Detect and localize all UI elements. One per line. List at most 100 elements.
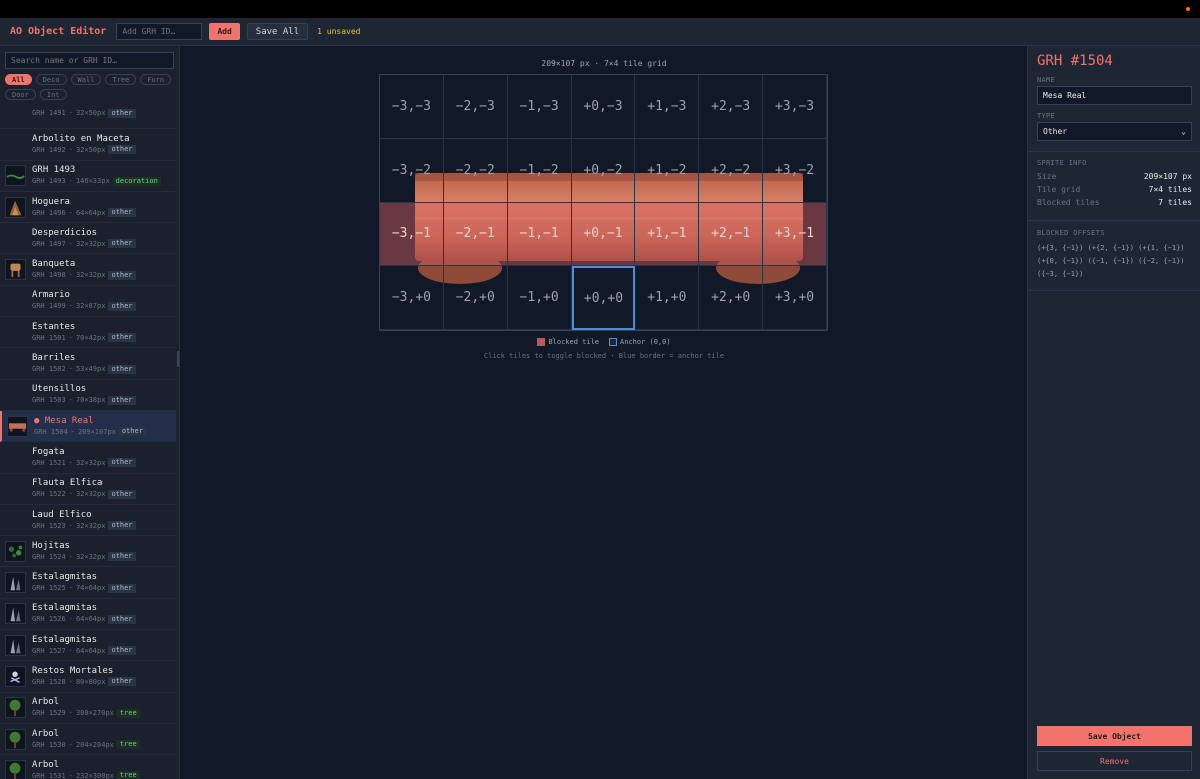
item-grh: GRH 1499 (32, 302, 66, 311)
filter-chip-tree[interactable]: Tree (105, 74, 137, 85)
item-info: Arbolito en Maceta GRH 1492 · 32×50px other (32, 134, 136, 155)
search-input[interactable] (5, 52, 174, 69)
separator: · (68, 365, 73, 374)
tile--1,-1[interactable]: −1,−1 (507, 202, 572, 267)
item-name: Arbol (32, 759, 60, 770)
item-meta: GRH 1497 · 32×32px other (32, 239, 136, 249)
remove-button[interactable]: Remove (1037, 751, 1192, 771)
editor-canvas: 209×107 px · 7×4 tile grid −3,−3 −2,−3 −1,… (181, 46, 1027, 779)
list-item[interactable]: Estalagmitas GRH 1527 · 64×64px other (0, 630, 176, 662)
item-grh: GRH 1491 (32, 109, 66, 118)
tile-+2,-3[interactable]: +2,−3 (699, 75, 764, 139)
list-item[interactable]: Arbol GRH 1529 · 300×270px tree (0, 693, 176, 724)
list-item[interactable]: Estalagmitas GRH 1525 · 74×64px other (0, 567, 176, 599)
item-name: Hoguera (32, 196, 70, 207)
list-item[interactable]: Arbolito en Maceta GRH 1492 · 32×50px other (0, 129, 176, 161)
item-tag: other (108, 145, 136, 155)
grid-legend: Blocked tile Anchor (0,0) (181, 338, 1027, 346)
list-item[interactable]: Fogata GRH 1521 · 32×32px other (0, 442, 176, 474)
grh-id-input[interactable] (116, 23, 203, 40)
tile-+2,-2[interactable]: +2,−2 (699, 138, 764, 203)
list-item[interactable]: Hojitas GRH 1524 · 32×32px other (0, 536, 176, 568)
tile-grid-value: 7×4 tiles (1148, 185, 1192, 194)
tile--3,-1[interactable]: −3,−1 (380, 202, 444, 267)
tile--1,-2[interactable]: −1,−2 (507, 138, 572, 203)
list-item[interactable]: Banqueta GRH 1498 · 32×32px other (0, 254, 176, 286)
tile--2,-2[interactable]: −2,−2 (443, 138, 508, 203)
list-item[interactable]: Desperdicios GRH 1497 · 32×32px other (0, 223, 176, 255)
filter-chip-furn[interactable]: Furn (140, 74, 172, 85)
list-item[interactable]: Arbol GRH 1530 · 204×204px tree (0, 724, 176, 756)
blocked-offsets-list: (+{3, {−1}) (+{2, {−1}) (+{1, {−1}) (+{0… (1037, 244, 1185, 278)
separator: · (68, 396, 73, 405)
tile-+3,-1[interactable]: +3,−1 (763, 202, 827, 267)
tile--1,-3[interactable]: −1,−3 (507, 75, 572, 139)
separator: · (68, 490, 73, 499)
tile-+3,-2[interactable]: +3,−2 (763, 138, 827, 203)
tile--3,-2[interactable]: −3,−2 (380, 138, 444, 203)
tile-+2,+0[interactable]: +2,+0 (699, 266, 764, 330)
list-item[interactable]: Hoguera GRH 1496 · 64×64px other (0, 192, 176, 224)
empty-thumb (5, 510, 26, 531)
filter-chip-door[interactable]: Door (5, 89, 36, 100)
save-object-button[interactable]: Save Object (1037, 726, 1192, 746)
item-tag: other (108, 364, 136, 374)
item-info: Utensillos GRH 1503 · 70×38px other (32, 384, 136, 405)
type-select[interactable]: Other ⌄ (1037, 122, 1192, 141)
item-size: 232×300px (75, 771, 114, 779)
item-info: Estantes GRH 1501 · 70×42px other (32, 322, 136, 343)
tree-thumb-icon (5, 728, 26, 750)
filter-chip-all[interactable]: All (5, 74, 32, 85)
filter-chip-deco[interactable]: Deco (35, 74, 67, 85)
tile--1,+0[interactable]: −1,+0 (507, 266, 572, 330)
list-item[interactable]: Flauta Elfica GRH 1522 · 32×32px other (0, 474, 176, 505)
item-meta: GRH 1522 · 32×32px other (32, 489, 136, 499)
panel-title: GRH #1504 (1037, 53, 1113, 69)
list-scrollbar[interactable] (177, 104, 179, 779)
add-button[interactable]: Add (209, 23, 240, 40)
list-item[interactable]: Estalagmitas GRH 1526 · 64×64px other (0, 599, 176, 631)
tile--2,-3[interactable]: −2,−3 (443, 75, 508, 139)
list-item[interactable]: Arbol GRH 1531 · 232×300px tree (0, 755, 176, 779)
tile-+1,-1[interactable]: +1,−1 (635, 202, 700, 267)
list-item[interactable]: Restos Mortales GRH 1528 · 80×80px other (0, 661, 176, 693)
list-item[interactable]: Estantes GRH 1501 · 70×42px other (0, 317, 176, 349)
list-item[interactable]: Barriles GRH 1502 · 53×49px other (0, 348, 176, 380)
tile-+0,+0[interactable]: +0,+0 (571, 266, 636, 330)
empty-thumb (5, 478, 26, 499)
item-info: GRH 1493 GRH 1493 · 146×33px decoration (32, 165, 161, 186)
tile--3,+0[interactable]: −3,+0 (380, 266, 444, 330)
list-item[interactable]: Armario GRH 1499 · 32×87px other (0, 286, 176, 318)
divider (1028, 151, 1200, 152)
item-size: 204×204px (75, 740, 114, 749)
list-item[interactable]: GRH 1491 · 32×50px other (0, 104, 176, 130)
item-info: Hoguera GRH 1496 · 64×64px other (32, 197, 136, 218)
tile-+2,-1[interactable]: +2,−1 (699, 202, 764, 267)
item-size: 32×32px (75, 552, 106, 561)
tile--3,-3[interactable]: −3,−3 (380, 75, 444, 139)
object-list: GRH 1491 · 32×50px other Arbolito en Maceta G… (0, 104, 177, 779)
scrollbar-thumb[interactable] (177, 351, 179, 367)
tile--2,-1[interactable]: −2,−1 (443, 202, 508, 267)
tile-+1,-2[interactable]: +1,−2 (635, 138, 700, 203)
filter-chip-wall[interactable]: Wall (70, 74, 102, 85)
tile-+1,+0[interactable]: +1,+0 (635, 266, 700, 330)
name-field[interactable]: Mesa Real (1037, 86, 1192, 105)
tile-+0,-2[interactable]: +0,−2 (571, 138, 636, 203)
list-item[interactable]: GRH 1493 GRH 1493 · 146×33px decoration (0, 161, 176, 192)
separator: · (68, 552, 73, 561)
tile-+1,-3[interactable]: +1,−3 (635, 75, 700, 139)
tile-+0,-1[interactable]: +0,−1 (571, 202, 636, 267)
list-item[interactable]: ● Mesa Real GRH 1504 · 209×107px other (0, 410, 176, 443)
list-item[interactable]: Laud Elfico GRH 1523 · 32×32px other (0, 505, 176, 537)
canvas-caption: 209×107 px · 7×4 tile grid (541, 59, 667, 68)
tile-+3,+0[interactable]: +3,+0 (763, 266, 827, 330)
item-name: Utensillos (32, 384, 87, 395)
save-all-button[interactable]: Save All (246, 23, 309, 40)
filter-chip-int[interactable]: Int (39, 89, 67, 100)
item-grh: GRH 1526 (32, 615, 66, 624)
tile-+3,-3[interactable]: +3,−3 (763, 75, 827, 139)
tile-+0,-3[interactable]: +0,−3 (571, 75, 636, 139)
tile--2,+0[interactable]: −2,+0 (443, 266, 508, 330)
list-item[interactable]: Utensillos GRH 1503 · 70×38px other (0, 380, 176, 411)
